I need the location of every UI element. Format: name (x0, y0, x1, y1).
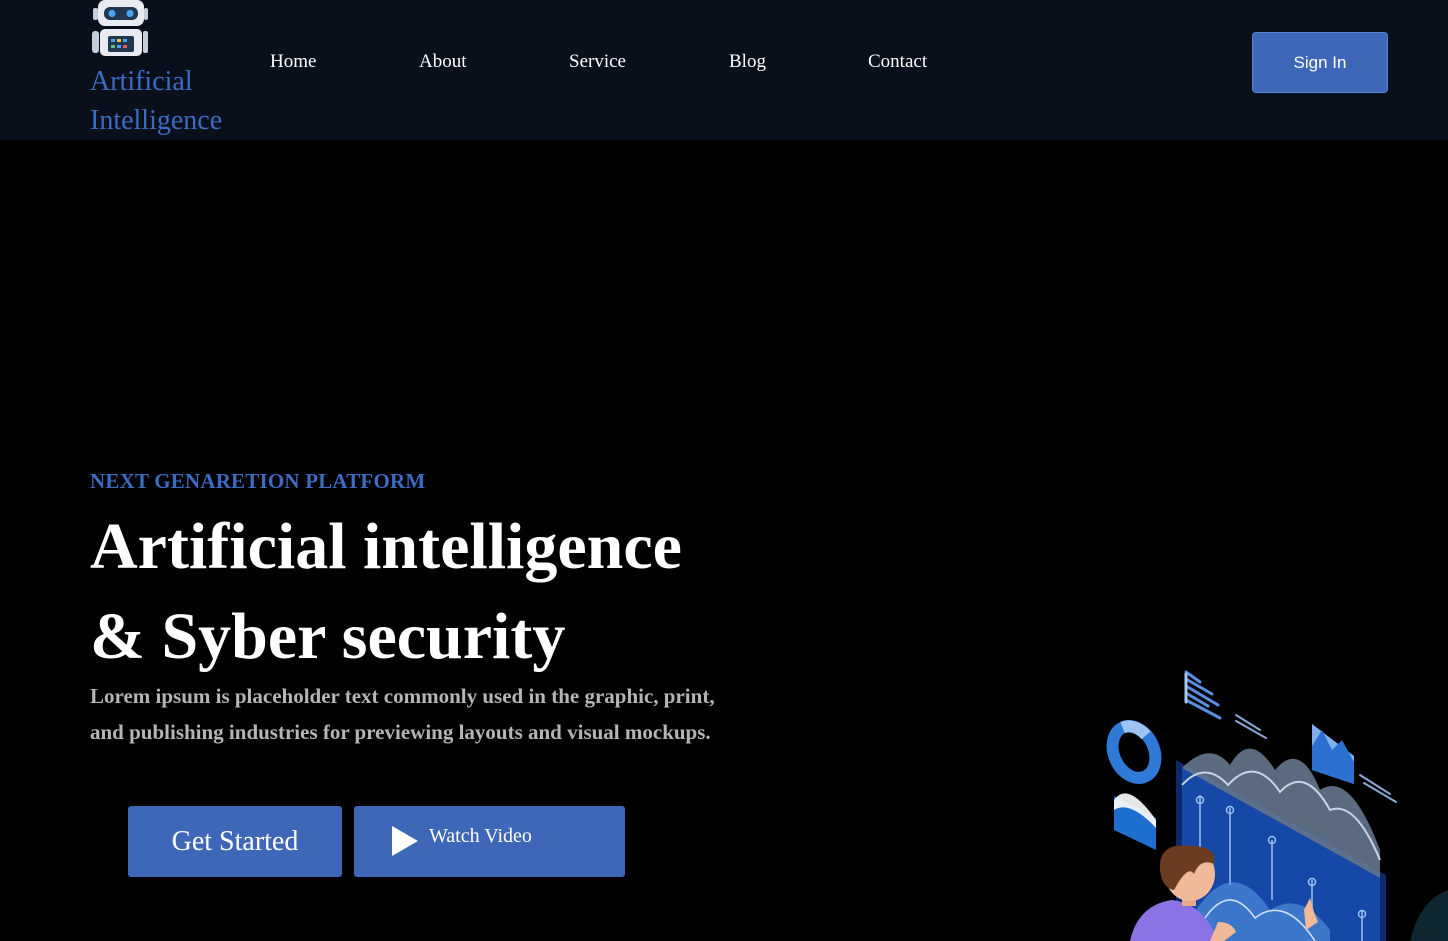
sign-in-button[interactable]: Sign In (1252, 32, 1388, 93)
floating-mountain-chart-icon (1312, 724, 1354, 784)
hero-title-line1: Artificial intelligence (90, 510, 682, 583)
nav-link-blog[interactable]: Blog (729, 51, 766, 73)
watch-video-label: Watch Video (429, 825, 532, 847)
watch-video-button[interactable]: Watch Video (354, 806, 625, 877)
hero-description-line1: Lorem ipsum is placeholder text commonly… (90, 684, 715, 708)
top-navbar: Artificial Intelligence Home About Servi… (0, 0, 1448, 140)
hero-description: Lorem ipsum is placeholder text commonly… (90, 678, 780, 750)
floating-wave-card-icon (1114, 793, 1156, 850)
hero-eyebrow: NEXT GENARETION PLATFORM (90, 469, 426, 493)
floating-list-icon (1184, 670, 1222, 720)
brand-name: Artificial Intelligence (90, 62, 222, 140)
hero-title-line2: & Syber security (90, 600, 566, 673)
get-started-button[interactable]: Get Started (128, 806, 342, 877)
nav-link-service[interactable]: Service (569, 51, 626, 73)
dashboard-screen (1176, 748, 1386, 941)
person-dashboard-illustration (1106, 670, 1448, 941)
corner-glow (1410, 890, 1448, 941)
brand-logo[interactable]: Artificial Intelligence (90, 0, 240, 136)
nav-link-contact[interactable]: Contact (868, 51, 927, 73)
robot-icon (92, 0, 148, 56)
brand-name-line2: Intelligence (90, 105, 223, 136)
nav-link-home[interactable]: Home (270, 51, 316, 73)
play-icon (392, 826, 418, 856)
nav-link-about[interactable]: About (419, 51, 467, 73)
brand-name-line1: Artificial (90, 66, 193, 97)
hero-description-line2: and publishing industries for previewing… (90, 720, 711, 744)
hero-title: Artificial intelligence & Syber security (90, 502, 682, 682)
floating-donut-icon (1106, 720, 1162, 784)
